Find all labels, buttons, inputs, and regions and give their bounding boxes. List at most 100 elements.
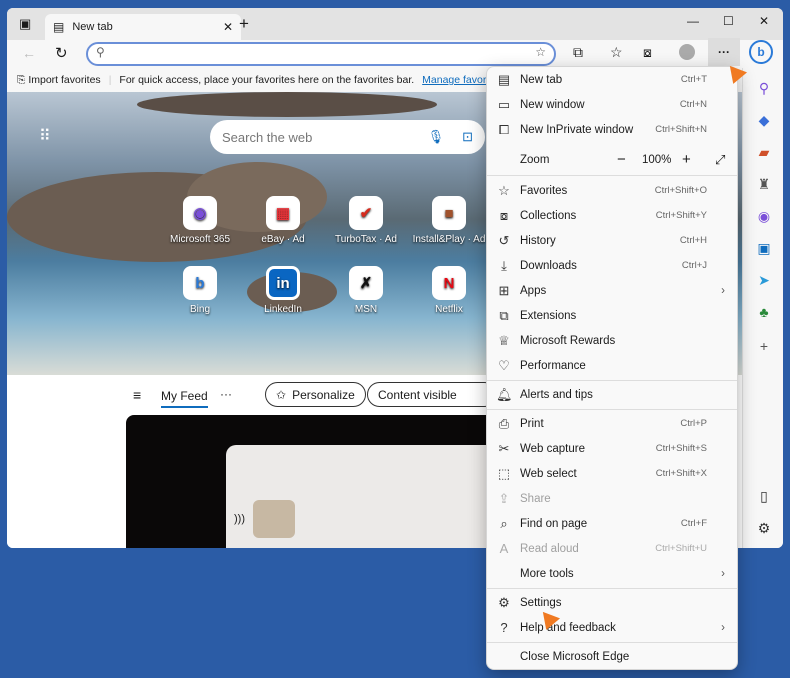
menu-item-print[interactable]: ⎙ Print Ctrl+P <box>487 411 737 436</box>
menu-label: Zoom <box>520 153 550 166</box>
favorites-icon[interactable]: ☆ <box>610 44 623 61</box>
menu-item-favorites[interactable]: ☆ Favorites Ctrl+Shift+O <box>487 178 737 203</box>
menu-label: Find on page <box>520 517 588 530</box>
import-label: Import favorites <box>28 73 101 86</box>
menu-label: Web capture <box>520 442 585 455</box>
full-screen-icon[interactable]: ⤢ <box>715 152 725 168</box>
menu-item-new-window[interactable]: ▭ New window Ctrl+N <box>487 92 737 117</box>
extensions-icon[interactable]: ⧉ <box>573 44 583 61</box>
tile-msn[interactable]: ✗ MSN <box>326 266 406 315</box>
tile-linkedin[interactable]: in LinkedIn <box>243 266 323 315</box>
web-search-box[interactable]: Search the web 🎙 ⊡ <box>210 120 485 154</box>
menu-icon[interactable]: ≡ <box>133 387 141 403</box>
tile-microsoft-365[interactable]: ◉ Microsoft 365 <box>160 196 240 245</box>
menu-item-new-tab[interactable]: ▤ New tab Ctrl+T <box>487 67 737 92</box>
tile-label: Netflix <box>435 304 463 315</box>
microphone-icon[interactable]: 🎙 <box>428 129 445 145</box>
menu-label: Downloads <box>520 259 577 272</box>
menu-item-collections[interactable]: ⧇ Collections Ctrl+Shift+Y <box>487 203 737 228</box>
tile-label: Install&Play <box>412 234 465 245</box>
tab-my-feed[interactable]: My Feed <box>161 389 208 408</box>
menu-item-close-microsoft-edge[interactable]: Close Microsoft Edge <box>487 644 737 669</box>
menu-label: Read aloud <box>520 542 579 555</box>
menu-label: Alerts and tips <box>520 388 593 401</box>
shopping-icon[interactable]: ◆ <box>755 112 773 129</box>
menu-item-help-and-feedback[interactable]: ? Help and feedback › <box>487 615 737 640</box>
menu-item-more-tools[interactable]: More tools › <box>487 561 737 586</box>
drop-icon[interactable]: ➤ <box>755 272 773 289</box>
history-icon: ↺ <box>498 232 510 248</box>
close-tab-icon[interactable]: ✕ <box>223 20 233 34</box>
tree-icon[interactable]: ♣ <box>755 304 773 320</box>
zoom-out-button[interactable]: − <box>617 151 626 168</box>
microsoft-365-icon[interactable]: ◉ <box>755 208 773 225</box>
menu-item-web-capture[interactable]: ✂ Web capture Ctrl+Shift+S <box>487 436 737 461</box>
tab-actions-icon[interactable]: ▣ <box>19 16 31 32</box>
contactless-icon: ))) <box>234 513 245 525</box>
tab-new-tab[interactable]: ▤ New tab ✕ <box>45 14 241 40</box>
menu-item-read-aloud: A Read aloud Ctrl+Shift+U <box>487 536 737 561</box>
collections-icon[interactable]: ⧇ <box>643 44 652 61</box>
menu-label: New window <box>520 98 585 111</box>
zoom-in-button[interactable]: + <box>682 151 691 168</box>
web-capture-icon: ✂ <box>498 440 510 456</box>
add-sidebar-app-icon[interactable]: + <box>755 338 773 354</box>
menu-label: New InPrivate window <box>520 123 634 136</box>
inprivate-icon: ⧠ <box>498 121 510 137</box>
personalize-button[interactable]: ✩ Personalize <box>265 382 366 407</box>
shortcut: Ctrl+J <box>681 260 707 271</box>
menu-item-settings[interactable]: ⚙ Settings <box>487 590 737 615</box>
add-favorite-icon[interactable]: ☆ <box>535 45 546 59</box>
sidebar-settings-icon[interactable]: ⚙ <box>755 520 773 537</box>
shortcut: Ctrl+Shift+Y <box>655 210 707 221</box>
menu-label: Performance <box>520 359 586 372</box>
back-button[interactable]: ← <box>22 45 36 61</box>
ebay-icon: ▦ <box>266 196 300 230</box>
address-input[interactable] <box>116 46 516 61</box>
close-window-button[interactable]: ✕ <box>759 14 769 28</box>
maximize-button[interactable]: ☐ <box>723 14 734 28</box>
hide-sidebar-icon[interactable]: ▯ <box>755 488 773 505</box>
page-icon: ▤ <box>53 20 65 34</box>
menu-label: Help and feedback <box>520 621 616 634</box>
feed-more-button[interactable]: ··· <box>220 387 232 401</box>
games-icon[interactable]: ♜ <box>755 176 773 193</box>
window-icon: ▭ <box>497 96 511 112</box>
zoom-value: 100% <box>642 153 672 166</box>
menu-label: Apps <box>520 284 547 297</box>
menu-item-new-inprivate-window[interactable]: ⧠ New InPrivate window Ctrl+Shift+N <box>487 117 737 142</box>
menu-item-extensions[interactable]: ⧉ Extensions <box>487 303 737 328</box>
copilot-icon[interactable]: b <box>749 40 773 64</box>
refresh-button[interactable]: ↻ <box>55 44 68 62</box>
feed-card-image[interactable]: ))) <box>126 415 496 548</box>
apps-launcher-icon[interactable]: ⠿ <box>39 126 51 146</box>
import-favorites-button[interactable]: ⎘ Import favorites <box>17 74 101 87</box>
menu-item-downloads[interactable]: ⤓ Downloads Ctrl+J <box>487 253 737 278</box>
menu-item-web-select[interactable]: ⬚ Web select Ctrl+Shift+X <box>487 461 737 486</box>
outlook-icon[interactable]: ▣ <box>755 240 773 257</box>
shortcut: Ctrl+Shift+O <box>654 185 707 196</box>
menu-item-apps[interactable]: ⊞ Apps › <box>487 278 737 303</box>
new-tab-button[interactable]: + <box>239 14 249 34</box>
profile-avatar[interactable] <box>679 44 695 60</box>
minimize-button[interactable]: — <box>687 14 699 28</box>
visual-search-icon[interactable]: ⊡ <box>462 129 473 145</box>
menu-item-alerts-and-tips[interactable]: 🔔︎ Alerts and tips <box>487 382 737 407</box>
search-icon[interactable]: ⚲ <box>755 80 773 97</box>
address-bar[interactable]: ⚲ ☆ <box>86 42 556 66</box>
menu-item-history[interactable]: ↺ History Ctrl+H <box>487 228 737 253</box>
tile-turbotax[interactable]: ✔ TurboTax · Ad <box>326 196 406 245</box>
content-visible-button[interactable]: Content visible <box>367 382 497 407</box>
menu-item-microsoft-rewards[interactable]: ♕ Microsoft Rewards <box>487 328 737 353</box>
menu-item-performance[interactable]: ♡ Performance <box>487 353 737 378</box>
tile-ebay[interactable]: ▦ eBay · Ad <box>243 196 323 245</box>
tools-icon[interactable]: ▰ <box>755 144 773 161</box>
tile-bing[interactable]: b Bing <box>160 266 240 315</box>
tile-label: Bing <box>189 304 210 315</box>
tile-netflix[interactable]: N Netflix <box>409 266 489 315</box>
read-aloud-icon: A <box>499 541 509 556</box>
tab-title: New tab <box>72 21 113 33</box>
menu-item-find-on-page[interactable]: ⌕ Find on page Ctrl+F <box>487 511 737 536</box>
tile-label: TurboTax <box>335 234 377 245</box>
tile-install-play[interactable]: ■ Install&Play · Ad <box>409 196 489 245</box>
